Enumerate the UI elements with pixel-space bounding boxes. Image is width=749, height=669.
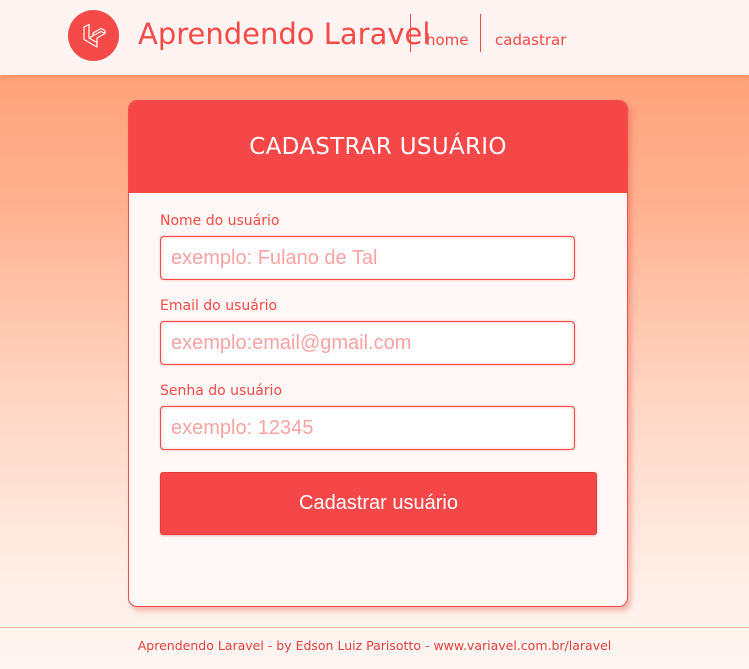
email-label: Email do usuário [160,298,278,314]
site-header: Aprendendo Laravel home cadastrar [0,0,749,75]
nav-divider [480,14,481,52]
submit-button[interactable]: Cadastrar usuário [160,472,597,535]
footer-divider [0,627,749,628]
form-header: CADASTRAR USUÁRIO [129,101,627,193]
footer-credits: Aprendendo Laravel - by Edson Luiz Paris… [137,638,612,653]
nav-link-home[interactable]: home [426,30,469,50]
password-label: Senha do usuário [160,383,283,399]
register-form-card: CADASTRAR USUÁRIO Nome do usuário Email … [128,100,628,607]
nav-link-cadastrar[interactable]: cadastrar [495,30,566,50]
password-input[interactable] [160,406,575,450]
name-label: Nome do usuário [160,213,280,229]
form-title: CADASTRAR USUÁRIO [249,134,507,160]
laravel-logo-icon [82,23,106,48]
nav-divider [410,14,411,52]
brand-title[interactable]: Aprendendo Laravel [138,14,430,54]
laravel-logo-icon[interactable] [68,10,119,61]
email-input[interactable] [160,321,575,365]
name-input[interactable] [160,236,575,280]
